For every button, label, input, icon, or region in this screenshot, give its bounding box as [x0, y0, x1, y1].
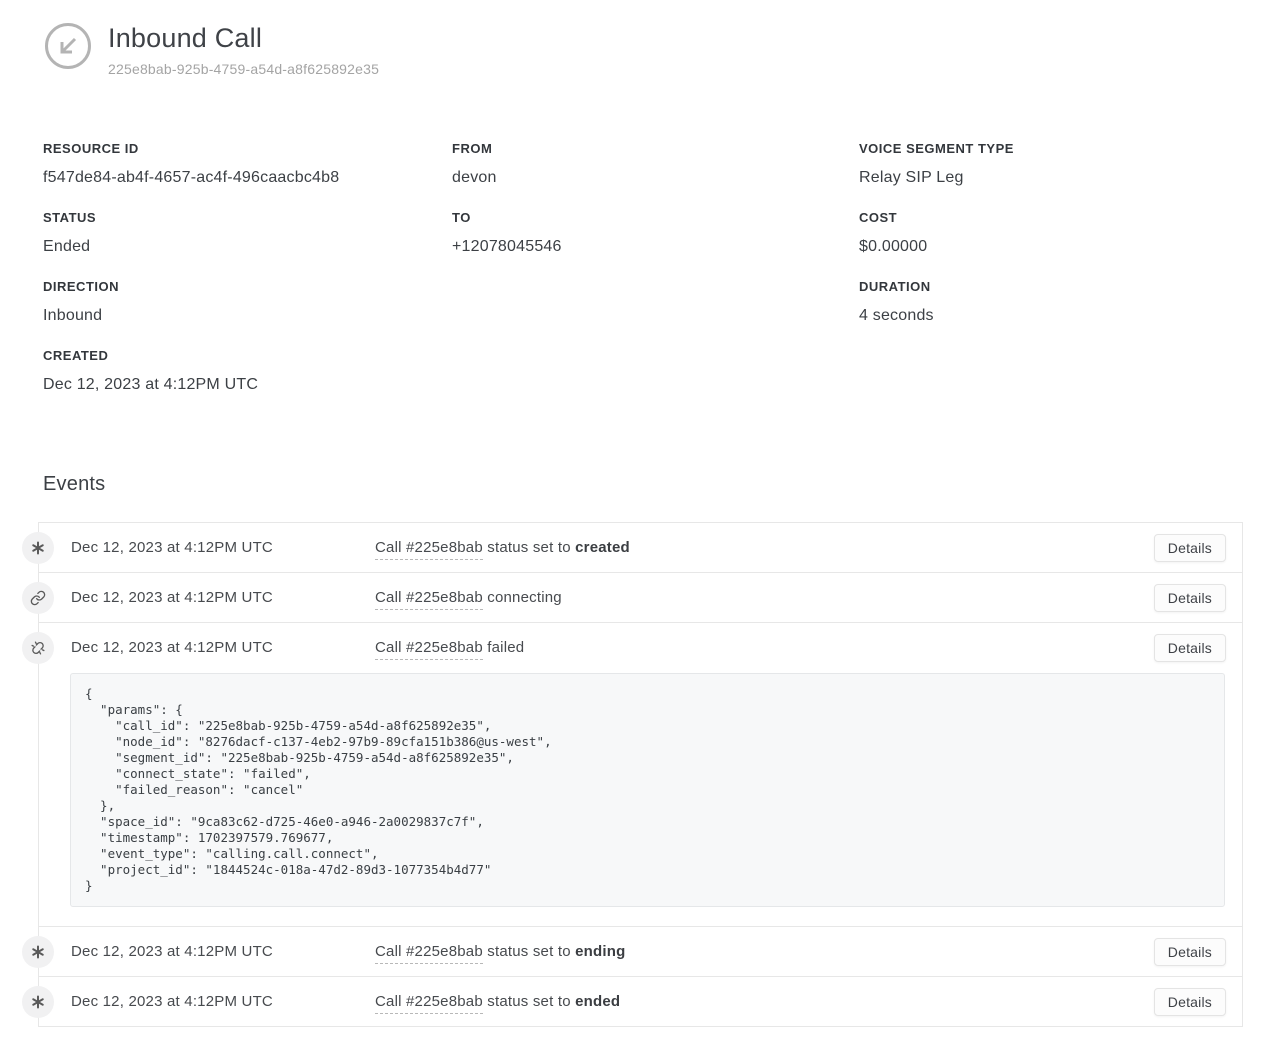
- event-line: Dec 12, 2023 at 4:12PM UTC Call #225e8ba…: [39, 573, 1242, 622]
- field-value: Inbound: [43, 307, 452, 325]
- broken-link-icon: [22, 632, 54, 664]
- details-button[interactable]: Details: [1154, 988, 1226, 1016]
- event-payload-json: { "params": { "call_id": "225e8bab-925b-…: [70, 673, 1225, 907]
- field-value: f547de84-ab4f-4657-ac4f-496caacbc4b8: [43, 169, 452, 187]
- event-text: connecting: [483, 589, 562, 606]
- field-value: Relay SIP Leg: [859, 169, 1229, 187]
- call-link[interactable]: Call #225e8bab: [375, 993, 483, 1014]
- details-button[interactable]: Details: [1154, 584, 1226, 612]
- details-button[interactable]: Details: [1154, 634, 1226, 662]
- field-value: 4 seconds: [859, 307, 1229, 325]
- asterisk-icon: [22, 936, 54, 968]
- field-cost: COST $0.00000: [859, 210, 1229, 279]
- event-line: Dec 12, 2023 at 4:12PM UTC Call #225e8ba…: [39, 523, 1242, 572]
- event-description: Call #225e8bab status set to ended: [375, 993, 1242, 1010]
- field-to: TO +12078045546: [452, 210, 859, 279]
- call-id-subtitle: 225e8bab-925b-4759-a54d-a8f625892e35: [108, 61, 379, 77]
- inbound-arrow-circle-icon: [44, 22, 92, 70]
- events-list: Dec 12, 2023 at 4:12PM UTC Call #225e8ba…: [38, 522, 1243, 1027]
- event-timestamp: Dec 12, 2023 at 4:12PM UTC: [71, 539, 375, 556]
- event-line: Dec 12, 2023 at 4:12PM UTC Call #225e8ba…: [39, 977, 1242, 1026]
- event-description: Call #225e8bab status set to created: [375, 539, 1242, 556]
- event-row: Dec 12, 2023 at 4:12PM UTC Call #225e8ba…: [39, 573, 1242, 623]
- field-value: Dec 12, 2023 at 4:12PM UTC: [43, 376, 452, 394]
- details-button[interactable]: Details: [1154, 534, 1226, 562]
- field-value: Ended: [43, 238, 452, 256]
- asterisk-icon: [22, 532, 54, 564]
- event-text: status set to: [483, 943, 575, 960]
- field-label: RESOURCE ID: [43, 141, 452, 156]
- event-text: status set to: [483, 993, 575, 1010]
- call-details-grid: RESOURCE ID f547de84-ab4f-4657-ac4f-496c…: [43, 141, 1229, 417]
- page-title: Inbound Call: [108, 23, 379, 54]
- inbound-call-page: Inbound Call 225e8bab-925b-4759-a54d-a8f…: [0, 0, 1272, 1062]
- field-label: COST: [859, 210, 1229, 225]
- details-column-1: RESOURCE ID f547de84-ab4f-4657-ac4f-496c…: [43, 141, 452, 417]
- field-value: devon: [452, 169, 859, 187]
- event-description: Call #225e8bab connecting: [375, 589, 1242, 606]
- event-description: Call #225e8bab failed: [375, 639, 1242, 656]
- field-direction: DIRECTION Inbound: [43, 279, 452, 348]
- event-timestamp: Dec 12, 2023 at 4:12PM UTC: [71, 943, 375, 960]
- call-link[interactable]: Call #225e8bab: [375, 589, 483, 610]
- event-line: Dec 12, 2023 at 4:12PM UTC Call #225e8ba…: [39, 623, 1242, 672]
- call-link[interactable]: Call #225e8bab: [375, 943, 483, 964]
- event-text: failed: [483, 639, 524, 656]
- link-icon: [22, 582, 54, 614]
- event-row: Dec 12, 2023 at 4:12PM UTC Call #225e8ba…: [39, 623, 1242, 927]
- event-status-word: ended: [575, 993, 620, 1010]
- field-label: FROM: [452, 141, 859, 156]
- field-status: STATUS Ended: [43, 210, 452, 279]
- field-value: $0.00000: [859, 238, 1229, 256]
- field-resource-id: RESOURCE ID f547de84-ab4f-4657-ac4f-496c…: [43, 141, 452, 210]
- event-status-word: ending: [575, 943, 625, 960]
- event-line: Dec 12, 2023 at 4:12PM UTC Call #225e8ba…: [39, 927, 1242, 976]
- details-column-2: FROM devon TO +12078045546: [452, 141, 859, 417]
- call-link[interactable]: Call #225e8bab: [375, 539, 483, 560]
- field-label: VOICE SEGMENT TYPE: [859, 141, 1229, 156]
- event-timestamp: Dec 12, 2023 at 4:12PM UTC: [71, 589, 375, 606]
- event-timestamp: Dec 12, 2023 at 4:12PM UTC: [71, 993, 375, 1010]
- field-label: TO: [452, 210, 859, 225]
- field-label: STATUS: [43, 210, 452, 225]
- event-timestamp: Dec 12, 2023 at 4:12PM UTC: [71, 639, 375, 656]
- events-heading: Events: [43, 473, 1272, 496]
- event-status-word: created: [575, 539, 630, 556]
- event-row: Dec 12, 2023 at 4:12PM UTC Call #225e8ba…: [39, 977, 1242, 1026]
- asterisk-icon: [22, 986, 54, 1018]
- event-row: Dec 12, 2023 at 4:12PM UTC Call #225e8ba…: [39, 927, 1242, 977]
- field-voice-segment-type: VOICE SEGMENT TYPE Relay SIP Leg: [859, 141, 1229, 210]
- field-created: CREATED Dec 12, 2023 at 4:12PM UTC: [43, 348, 452, 417]
- field-value: +12078045546: [452, 238, 859, 256]
- field-label: DURATION: [859, 279, 1229, 294]
- details-column-3: VOICE SEGMENT TYPE Relay SIP Leg COST $0…: [859, 141, 1229, 417]
- header-text: Inbound Call 225e8bab-925b-4759-a54d-a8f…: [108, 22, 379, 77]
- event-row: Dec 12, 2023 at 4:12PM UTC Call #225e8ba…: [39, 523, 1242, 573]
- call-link[interactable]: Call #225e8bab: [375, 639, 483, 660]
- field-duration: DURATION 4 seconds: [859, 279, 1229, 348]
- field-label: DIRECTION: [43, 279, 452, 294]
- field-from: FROM devon: [452, 141, 859, 210]
- field-label: CREATED: [43, 348, 452, 363]
- event-text: status set to: [483, 539, 575, 556]
- event-description: Call #225e8bab status set to ending: [375, 943, 1242, 960]
- page-header: Inbound Call 225e8bab-925b-4759-a54d-a8f…: [0, 0, 1272, 77]
- details-button[interactable]: Details: [1154, 938, 1226, 966]
